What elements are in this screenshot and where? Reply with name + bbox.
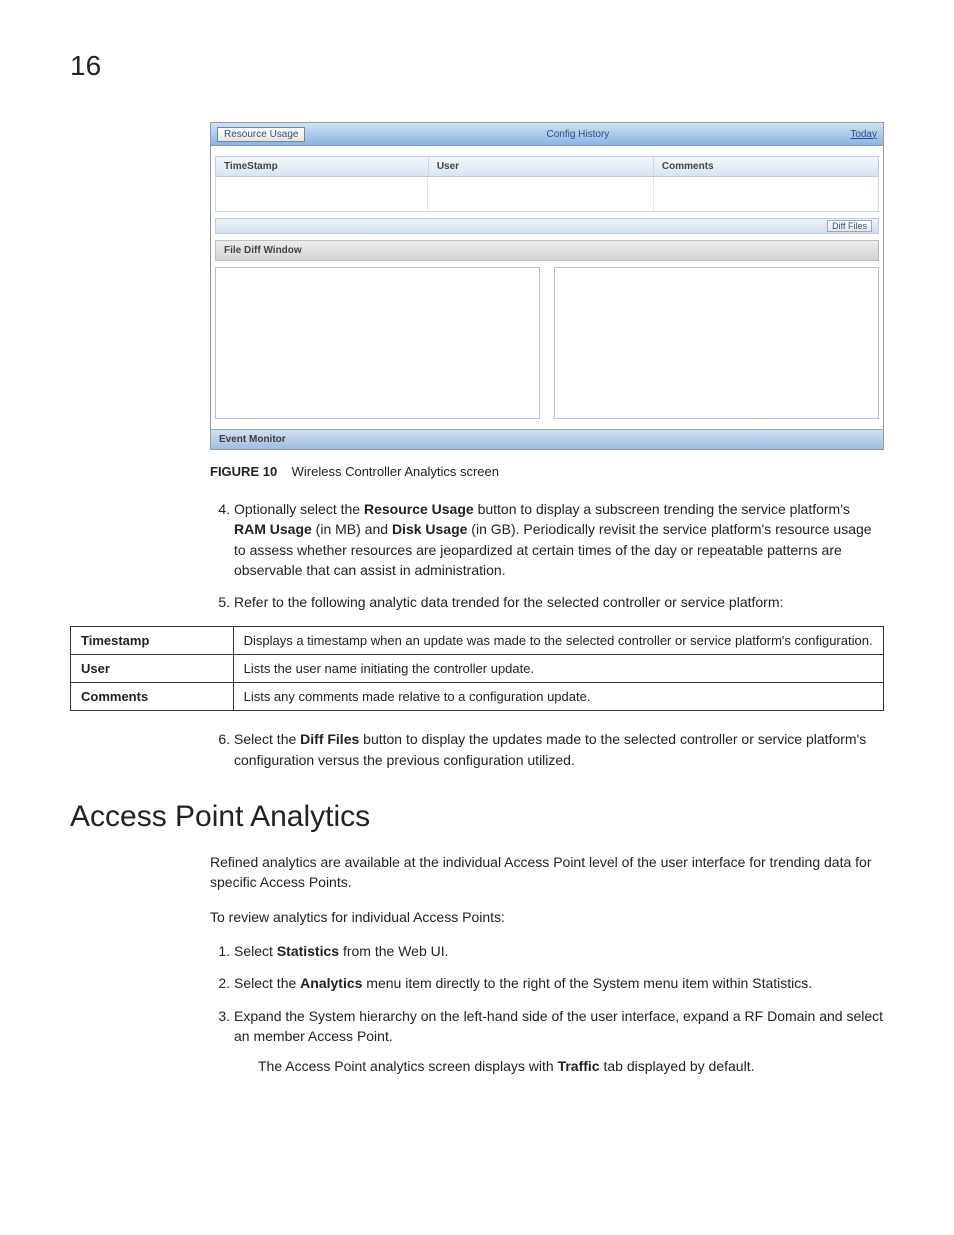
ap-step-2: Select the Analytics menu item directly …	[234, 973, 884, 993]
table-row: Timestamp Displays a timestamp when an u…	[71, 627, 884, 655]
table-empty-rows	[215, 177, 879, 212]
diff-files-button[interactable]: Diff Files	[827, 220, 872, 232]
section-heading: Access Point Analytics	[70, 800, 884, 834]
col-user: User	[429, 157, 654, 176]
bold-analytics: Analytics	[300, 975, 362, 991]
review-paragraph: To review analytics for individual Acces…	[210, 907, 884, 927]
step-4: Optionally select the Resource Usage but…	[234, 499, 884, 580]
col-comments: Comments	[654, 157, 878, 176]
table-row: Comments Lists any comments made relativ…	[71, 683, 884, 711]
term-user: User	[71, 655, 234, 683]
term-comments: Comments	[71, 683, 234, 711]
diff-pane-left	[215, 267, 540, 419]
today-link[interactable]: Today	[850, 129, 877, 140]
file-diff-window-label: File Diff Window	[215, 240, 879, 261]
def-comments: Lists any comments made relative to a co…	[233, 683, 883, 711]
ap-steps-list: Select Statistics from the Web UI. Selec…	[210, 941, 884, 1076]
bold-traffic: Traffic	[558, 1058, 600, 1074]
figure-caption-text: Wireless Controller Analytics screen	[292, 464, 499, 479]
table-header-row: TimeStamp User Comments	[215, 156, 879, 177]
figure-caption: FIGURE 10 Wireless Controller Analytics …	[210, 464, 884, 479]
config-history-title: Config History	[305, 129, 850, 140]
bold-resource-usage: Resource Usage	[364, 501, 474, 517]
def-user: Lists the user name initiating the contr…	[233, 655, 883, 683]
col-timestamp: TimeStamp	[216, 157, 429, 176]
screenshot-toolbar: Resource Usage Config History Today	[211, 123, 883, 146]
ap-step-3: Expand the System hierarchy on the left-…	[234, 1006, 884, 1077]
resource-usage-button[interactable]: Resource Usage	[217, 127, 305, 142]
figure-label: FIGURE 10	[210, 464, 277, 479]
intro-paragraph: Refined analytics are available at the i…	[210, 852, 884, 893]
page-number: 16	[70, 50, 884, 82]
ap-step-3-sub: The Access Point analytics screen displa…	[258, 1056, 884, 1076]
event-monitor-bar: Event Monitor	[211, 429, 883, 449]
analytics-screenshot: Resource Usage Config History Today Time…	[210, 122, 884, 450]
diff-panes	[215, 267, 879, 419]
bold-statistics: Statistics	[277, 943, 339, 959]
step-6: Select the Diff Files button to display …	[234, 729, 884, 770]
steps-list-upper: Optionally select the Resource Usage but…	[210, 499, 884, 612]
term-timestamp: Timestamp	[71, 627, 234, 655]
bold-diff-files: Diff Files	[300, 731, 359, 747]
diff-files-bar: Diff Files	[215, 218, 879, 234]
definition-table: Timestamp Displays a timestamp when an u…	[70, 626, 884, 711]
bold-disk-usage: Disk Usage	[392, 521, 467, 537]
step-5: Refer to the following analytic data tre…	[234, 592, 884, 612]
def-timestamp: Displays a timestamp when an update was …	[233, 627, 883, 655]
bold-ram-usage: RAM Usage	[234, 521, 312, 537]
table-row: User Lists the user name initiating the …	[71, 655, 884, 683]
ap-step-1: Select Statistics from the Web UI.	[234, 941, 884, 961]
steps-list-lower: Select the Diff Files button to display …	[210, 729, 884, 770]
diff-pane-right	[554, 267, 879, 419]
